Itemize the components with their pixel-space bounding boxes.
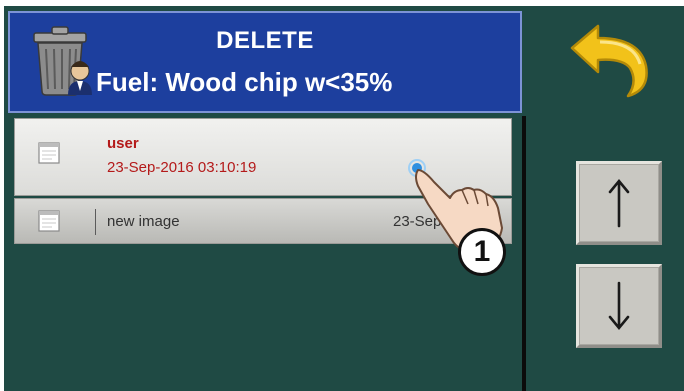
column-separator (95, 209, 96, 235)
panel-divider (522, 116, 526, 391)
list-item-name: new image (107, 213, 180, 230)
screen: DELETE Fuel: Wood chip w<35% user 23-Sep… (4, 6, 684, 391)
page-title: DELETE (216, 27, 314, 54)
list-item-date: 23-Sep-2016 03:10:19 (107, 159, 257, 176)
arrow-up-icon (608, 178, 630, 228)
arrow-down-icon (608, 281, 630, 331)
scroll-down-button[interactable] (576, 264, 662, 348)
file-icon (38, 210, 60, 232)
step-callout-badge: 1 (458, 228, 506, 276)
fuel-subtitle: Fuel: Wood chip w<35% (96, 67, 393, 97)
file-icon (38, 142, 60, 164)
header-bar: DELETE Fuel: Wood chip w<35% (8, 11, 522, 113)
back-arrow-icon[interactable] (564, 20, 654, 100)
list-item-name: user (107, 135, 139, 152)
scroll-up-button[interactable] (576, 161, 662, 245)
